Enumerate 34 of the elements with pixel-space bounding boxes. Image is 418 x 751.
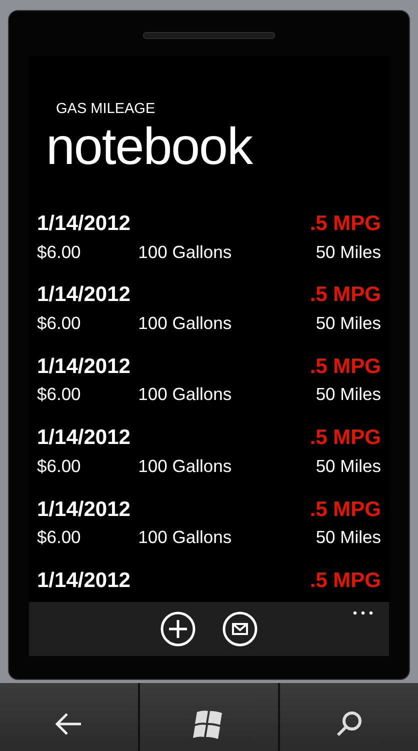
- miles-value: 50 Miles: [314, 312, 381, 334]
- entry-date: 1/14/2012: [37, 283, 130, 308]
- mail-icon[interactable]: [222, 611, 258, 647]
- mpg-value: .5 MPG: [310, 212, 381, 236]
- more-icon[interactable]: [353, 611, 373, 615]
- app-title: GAS MILEAGE: [55, 100, 156, 119]
- mpg-value: .5 MPG: [310, 568, 381, 593]
- miles-value: 50 Miles: [314, 527, 381, 548]
- gallons-value: 100 Gallons: [138, 527, 233, 548]
- entry-date: 1/14/2012: [37, 212, 130, 236]
- search-icon[interactable]: [335, 710, 363, 738]
- mpg-value: .5 MPG: [310, 426, 381, 450]
- gallons-value: 100 Gallons: [138, 242, 233, 262]
- entry-date: 1/14/2012: [37, 498, 130, 522]
- cost-value: $6.00: [37, 312, 82, 334]
- mpg-value: .5 MPG: [310, 283, 381, 308]
- cost-value: $6.00: [37, 456, 82, 477]
- page-title: notebook: [45, 119, 254, 175]
- add-icon[interactable]: [160, 611, 196, 647]
- cost-value: $6.00: [37, 527, 82, 548]
- cost-value: $6.00: [37, 242, 82, 262]
- gallons-value: 100 Gallons: [138, 456, 233, 477]
- mpg-value: .5 MPG: [310, 498, 381, 522]
- back-arrow-icon[interactable]: [55, 712, 83, 736]
- gallons-value: 100 Gallons: [138, 384, 233, 406]
- entry-date: 1/14/2012: [37, 426, 130, 450]
- miles-value: 50 Miles: [314, 456, 381, 477]
- entry-date: 1/14/2012: [37, 568, 130, 593]
- mpg-value: .5 MPG: [310, 354, 381, 379]
- miles-value: 50 Miles: [314, 242, 381, 262]
- entry-date: 1/14/2012: [37, 354, 130, 379]
- gallons-value: 100 Gallons: [138, 312, 233, 334]
- miles-value: 50 Miles: [314, 384, 381, 406]
- cost-value: $6.00: [37, 384, 82, 406]
